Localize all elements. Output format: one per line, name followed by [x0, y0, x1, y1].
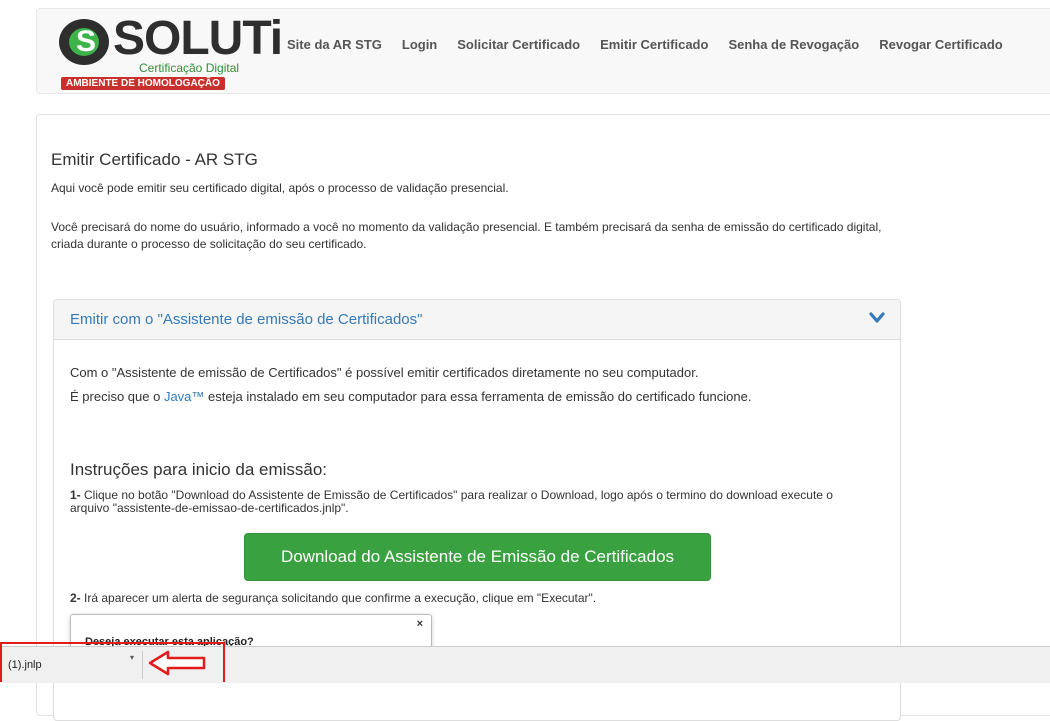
java-link[interactable]: Java™	[164, 389, 204, 404]
nav-login[interactable]: Login	[402, 37, 437, 52]
main-panel: Emitir Certificado - AR STG Aqui você po…	[36, 114, 1050, 721]
chevron-down-icon[interactable]	[868, 310, 886, 326]
top-navbar: S SOLUTi Certificação Digital AMBIENTE D…	[36, 8, 1050, 94]
environment-badge: AMBIENTE DE HOMOLOGAÇÃO	[61, 77, 225, 90]
step-2-text: 2- Irá aparecer um alerta de segurança s…	[70, 591, 597, 605]
nav-revogar-certificado[interactable]: Revogar Certificado	[879, 37, 1003, 52]
logo-text: SOLUTi	[113, 12, 283, 65]
intro-text: Aqui você pode emitir seu certificado di…	[51, 181, 509, 195]
nav-senha-revogacao[interactable]: Senha de Revogação	[728, 37, 859, 52]
close-icon: ×	[416, 618, 423, 630]
accordion-header[interactable]: Emitir com o "Assistente de emissão de C…	[54, 300, 900, 340]
logo-subtitle: Certificação Digital	[139, 61, 240, 75]
instructions-title: Instruções para inicio da emissão:	[70, 460, 328, 479]
left-arrow-annotation-icon	[148, 650, 206, 676]
nav-solicitar-certificado[interactable]: Solicitar Certificado	[457, 37, 580, 52]
nav-emitir-certificado[interactable]: Emitir Certificado	[600, 37, 708, 52]
intro-requirements-text: Você precisará do nome do usuário, infor…	[51, 220, 882, 251]
page-title: Emitir Certificado - AR STG	[51, 150, 258, 169]
logo-mark-icon: S	[59, 19, 109, 65]
accordion-title: Emitir com o "Assistente de emissão de C…	[70, 311, 423, 328]
nav-menu: Site da AR STG Login Solicitar Certifica…	[287, 9, 1023, 79]
download-assistant-button[interactable]: Download do Assistente de Emissão de Cer…	[244, 533, 711, 581]
nav-site-ar-stg[interactable]: Site da AR STG	[287, 37, 382, 52]
assistant-description: Com o "Assistente de emissão de Certific…	[70, 365, 699, 380]
step-1-text: 1- Clique no botão "Download do Assisten…	[70, 488, 833, 515]
soluti-logo[interactable]: S SOLUTi Certificação Digital AMBIENTE D…	[59, 12, 283, 93]
java-requirement-text: É preciso que o Java™ esteja instalado e…	[70, 389, 752, 404]
